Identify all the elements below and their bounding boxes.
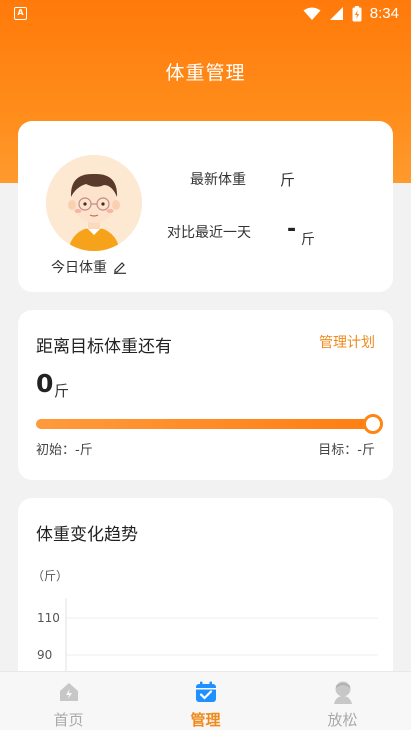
start-weight-label: 初始：-斤 (36, 443, 93, 458)
goal-card: 距离目标体重还有 管理计划 0 斤 初始：-斤 目标：-斤 (18, 310, 393, 480)
goal-progress-fill (36, 419, 375, 429)
cellular-signal-icon (329, 7, 343, 20)
remaining-weight-unit: 斤 (54, 382, 70, 400)
avatar[interactable] (46, 155, 142, 251)
profile-card: 今日体重 最新体重 斤 对比最近一天 - 斤 (18, 121, 393, 292)
tab-manage[interactable]: 管理 (137, 672, 274, 730)
tab-home[interactable]: 首页 (0, 672, 137, 730)
status-bar: A 8:34 (0, 0, 411, 28)
tab-home-label: 首页 (53, 711, 84, 729)
tab-relax[interactable]: 放松 (274, 672, 411, 730)
tab-relax-label: 放松 (327, 711, 358, 729)
home-icon (59, 683, 78, 701)
today-weight-edit[interactable]: 今日体重 (51, 257, 127, 277)
goal-progress-thumb (363, 414, 383, 434)
compare-label: 对比最近一天 (167, 225, 251, 241)
goal-progress-bar (36, 414, 383, 434)
latest-weight-unit: 斤 (280, 171, 296, 189)
calendar-check-icon (195, 681, 216, 702)
chart-y-axis-label: （斤） (32, 569, 68, 583)
wifi-icon (303, 7, 321, 20)
app-notification-icon: A (14, 7, 27, 20)
target-weight-label: 目标：-斤 (318, 443, 375, 458)
chart-tick-label: 110 (37, 611, 60, 625)
today-weight-label: 今日体重 (51, 260, 107, 276)
page-title: 体重管理 (165, 62, 246, 84)
relax-icon (333, 681, 352, 704)
compare-unit: 斤 (301, 232, 315, 248)
compare-value: - (287, 217, 297, 242)
manage-plan-link[interactable]: 管理计划 (319, 332, 375, 352)
weight-trend-chart: （斤） 110 90 (32, 569, 378, 678)
bottom-tab-bar: 首页 管理 放松 (0, 671, 411, 730)
chart-ticks: 110 90 (37, 611, 378, 662)
trend-card: 体重变化趋势 （斤） 110 90 (18, 498, 393, 698)
latest-weight-label: 最新体重 (190, 172, 246, 188)
status-time: 8:34 (369, 5, 399, 22)
trend-title: 体重变化趋势 (36, 525, 138, 545)
battery-charging-icon (352, 5, 362, 21)
tab-manage-label: 管理 (190, 711, 221, 729)
chart-tick-label: 90 (37, 648, 52, 662)
edit-pencil-icon (114, 262, 126, 274)
goal-title: 距离目标体重还有 (36, 337, 172, 357)
remaining-weight-value: 0 (36, 369, 54, 398)
boy-avatar-icon (46, 155, 142, 251)
